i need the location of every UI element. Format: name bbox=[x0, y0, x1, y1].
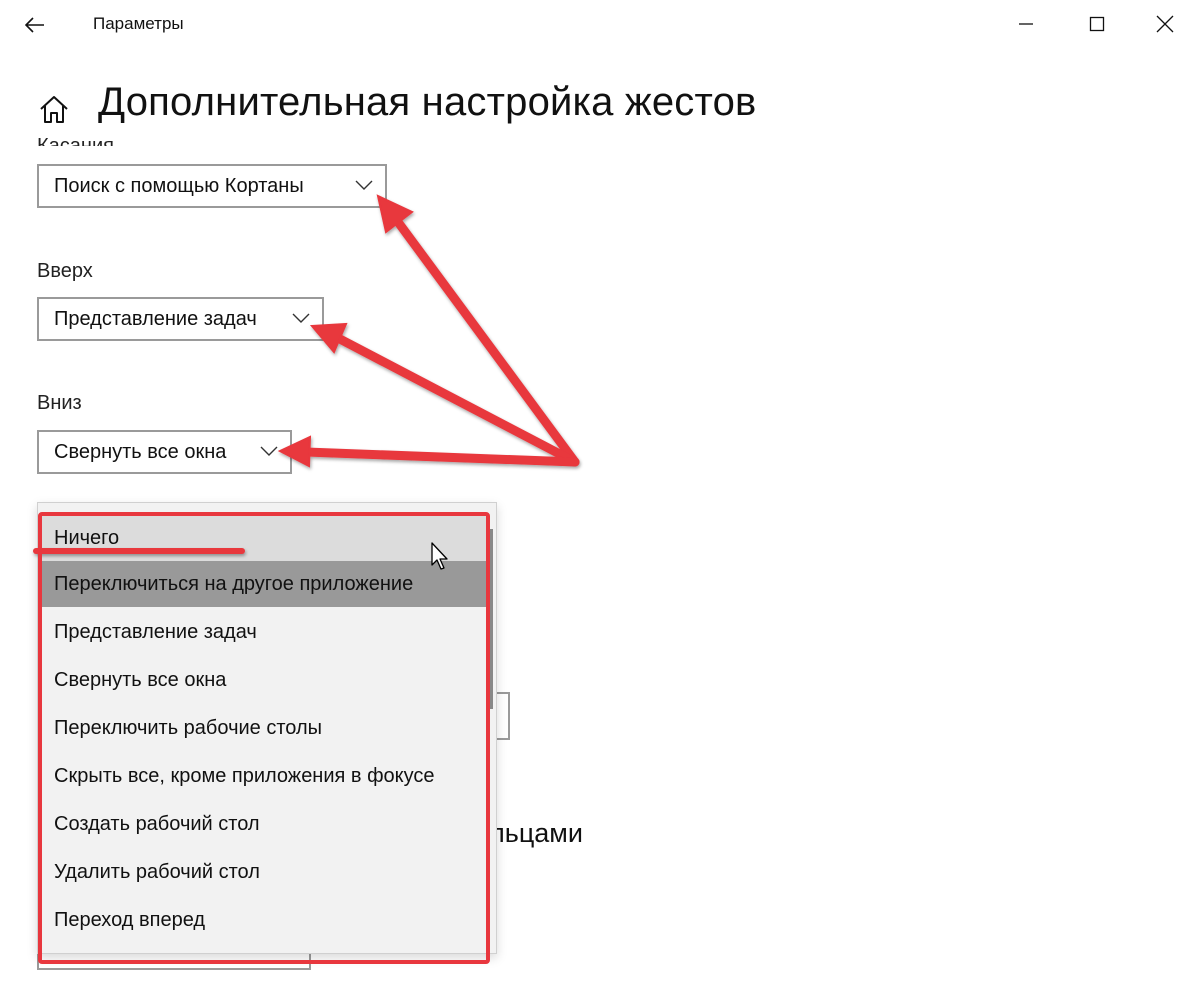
chevron-down-icon bbox=[260, 446, 278, 456]
page-title: Дополнительная настройка жестов bbox=[98, 80, 757, 124]
minimize-icon bbox=[1019, 23, 1033, 25]
swipe-down-value: Свернуть все окна bbox=[54, 440, 227, 463]
back-arrow-icon bbox=[25, 17, 44, 33]
dropdown-item-delete-desktop[interactable]: Удалить рабочий стол bbox=[38, 849, 488, 895]
chevron-down-icon bbox=[292, 313, 310, 323]
background-section-heading: льцами bbox=[489, 818, 583, 848]
home-icon bbox=[40, 96, 68, 123]
mouse-cursor-icon bbox=[431, 542, 448, 570]
title-bar: Параметры bbox=[0, 0, 1200, 50]
dropdown-item-go-forward[interactable]: Переход вперед bbox=[38, 897, 488, 943]
window-title: Параметры bbox=[93, 14, 184, 33]
dropdown-item-label: Представление задач bbox=[54, 620, 257, 643]
annotation-arrow-1 bbox=[393, 217, 580, 467]
tap-action-select[interactable]: Поиск с помощью Кортаны bbox=[37, 164, 387, 208]
dropdown-item-task-view[interactable]: Представление задач bbox=[38, 609, 488, 655]
swipe-down-select[interactable]: Свернуть все окна bbox=[37, 430, 292, 474]
dropdown-item-label: Удалить рабочий стол bbox=[54, 860, 260, 883]
close-button[interactable] bbox=[1142, 4, 1188, 44]
annotation-arrow-2 bbox=[333, 333, 580, 467]
back-button[interactable] bbox=[18, 8, 52, 42]
chevron-down-icon bbox=[355, 180, 373, 190]
dropdown-item-nothing[interactable]: Ничего bbox=[38, 515, 488, 561]
close-icon bbox=[1156, 15, 1174, 33]
dropdown-scrollbar[interactable] bbox=[490, 529, 493, 709]
dropdown-item-switch-desktops[interactable]: Переключить рабочие столы bbox=[38, 705, 488, 751]
maximize-icon bbox=[1089, 16, 1105, 32]
tap-action-value: Поиск с помощью Кортаны bbox=[54, 174, 304, 197]
minimize-button[interactable] bbox=[1003, 4, 1049, 44]
dropdown-item-hide-all-except-focus[interactable]: Скрыть все, кроме приложения в фокусе bbox=[38, 753, 488, 799]
dropdown-item-minimize-all[interactable]: Свернуть все окна bbox=[38, 657, 488, 703]
scroll-clip-mask bbox=[0, 124, 700, 138]
dropdown-item-label: Свернуть все окна bbox=[54, 668, 227, 691]
dropdown-item-label: Переключить рабочие столы bbox=[54, 716, 322, 739]
swipe-up-label: Вверх bbox=[37, 260, 93, 282]
settings-window: Параметры Дополнительная настройка жесто… bbox=[0, 0, 1200, 994]
dropdown-item-switch-app[interactable]: Переключиться на другое приложение bbox=[38, 561, 488, 607]
dropdown-item-label: Переключиться на другое приложение bbox=[54, 572, 414, 595]
dropdown-item-label: Скрыть все, кроме приложения в фокусе bbox=[54, 764, 435, 787]
dropdown-item-label: Переход вперед bbox=[54, 908, 206, 931]
home-button[interactable] bbox=[37, 92, 71, 126]
swipe-up-select[interactable]: Представление задач bbox=[37, 297, 324, 341]
swipe-up-value: Представление задач bbox=[54, 307, 257, 330]
action-dropdown-list: Ничего Переключиться на другое приложени… bbox=[37, 502, 497, 954]
dropdown-item-label: Ничего bbox=[54, 526, 120, 549]
dropdown-item-label: Создать рабочий стол bbox=[54, 812, 260, 835]
maximize-button[interactable] bbox=[1074, 4, 1120, 44]
dropdown-item-create-desktop[interactable]: Создать рабочий стол bbox=[38, 801, 488, 847]
swipe-down-label: Вниз bbox=[37, 392, 82, 414]
annotation-arrow-3 bbox=[301, 447, 580, 467]
